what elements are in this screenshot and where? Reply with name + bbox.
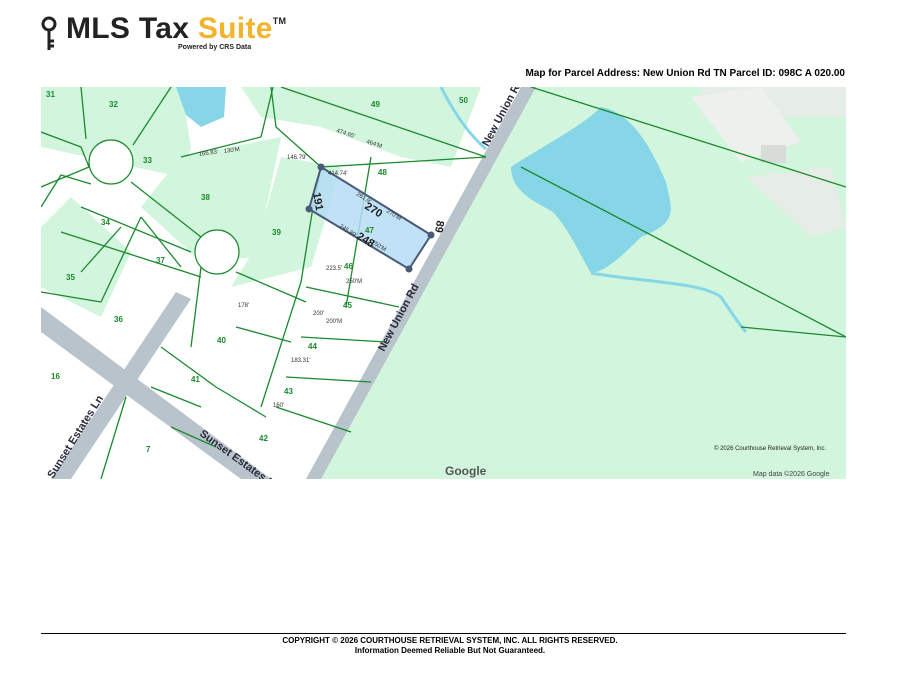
footer-disclaimer: Information Deemed Reliable But Not Guar… bbox=[354, 646, 546, 655]
parcel-number: 33 bbox=[143, 156, 152, 165]
footer-divider bbox=[41, 633, 846, 634]
parcel-number: 49 bbox=[371, 100, 380, 109]
powered-by: Powered by CRS Data bbox=[178, 44, 252, 51]
dimension-label: 414.74' bbox=[328, 171, 348, 177]
building bbox=[761, 145, 786, 163]
map-data-attribution: Map data ©2026 Google bbox=[753, 470, 829, 478]
parcel-number: 41 bbox=[191, 375, 200, 384]
parcel-number: 50 bbox=[459, 96, 468, 105]
footer-copyright: COPYRIGHT © 2026 COURTHOUSE RETRIEVAL SY… bbox=[282, 636, 618, 645]
parcel-number: 16 bbox=[51, 372, 60, 381]
map-title: Map for Parcel Address: New Union Rd TN … bbox=[525, 68, 845, 79]
map-copyright: © 2026 Courthouse Retrieval System, Inc. bbox=[714, 445, 826, 452]
parcel-number: 31 bbox=[46, 90, 55, 99]
subject-dimension: 89 bbox=[432, 219, 446, 233]
parcel-number: 42 bbox=[259, 434, 268, 443]
parcel-vertex bbox=[427, 231, 435, 239]
cul-de-sac bbox=[88, 139, 134, 185]
parcel-number: 39 bbox=[272, 228, 281, 237]
dimension-label: 223.5' bbox=[326, 266, 342, 272]
dimension-label: 160' bbox=[273, 403, 284, 409]
parcel-number: 36 bbox=[114, 315, 123, 324]
parcel-vertex bbox=[305, 205, 313, 213]
key-icon bbox=[41, 16, 57, 50]
parcel-number: 37 bbox=[156, 256, 165, 265]
parcel-number: 43 bbox=[284, 387, 293, 396]
parcel-number: 45 bbox=[343, 301, 352, 310]
parcel-number: 7 bbox=[146, 445, 151, 454]
mls-tax-suite-logo: MLS Tax SuiteTM Powered by CRS Data bbox=[40, 12, 286, 56]
google-logo: Google bbox=[445, 464, 487, 478]
parcel-number: 40 bbox=[217, 336, 226, 345]
parcel-number: 44 bbox=[308, 342, 317, 351]
parcel-vertex bbox=[405, 265, 413, 273]
dimension-label: 250'M bbox=[346, 279, 362, 285]
parcel-number: 38 bbox=[201, 193, 210, 202]
parcel-number: 32 bbox=[109, 100, 118, 109]
parcel-number: 46 bbox=[344, 262, 353, 271]
parcel-vertex bbox=[317, 163, 325, 171]
dimension-label: 200'M bbox=[326, 319, 342, 325]
dimension-label: 183.31' bbox=[291, 358, 311, 364]
map-canvas[interactable]: 31 32 33 38 39 40 41 42 43 44 45 46 47 4… bbox=[41, 87, 846, 479]
parcel-number: 35 bbox=[66, 273, 75, 282]
parcel-number: 48 bbox=[378, 168, 387, 177]
parcel-map[interactable]: 31 32 33 38 39 40 41 42 43 44 45 46 47 4… bbox=[41, 87, 846, 479]
dimension-label: 200' bbox=[313, 311, 324, 317]
dimension-label: 178' bbox=[238, 303, 249, 309]
brand-name: MLS Tax SuiteTM bbox=[66, 12, 287, 45]
parcel-number: 34 bbox=[101, 218, 110, 227]
dimension-label: 146.79' bbox=[287, 155, 307, 161]
